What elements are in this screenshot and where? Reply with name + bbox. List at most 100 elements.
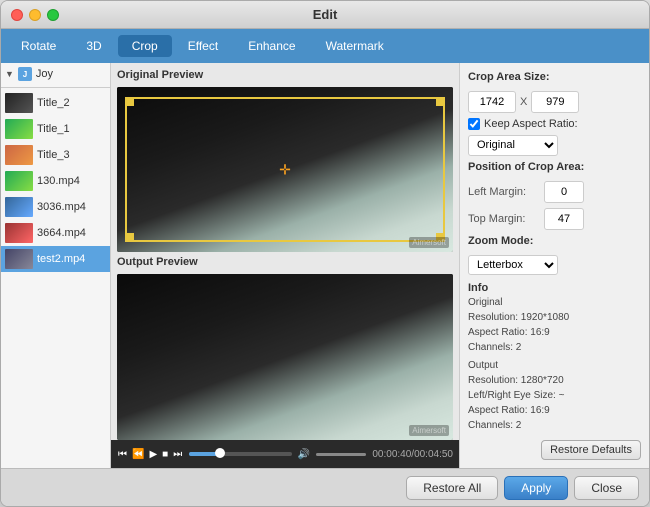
toolbar-effect-btn[interactable]: Effect [174,35,232,57]
window-title: Edit [313,7,338,22]
watermark-text: Aimersoft [409,237,449,248]
toolbar-watermark-btn[interactable]: Watermark [312,35,398,57]
window-controls [11,9,59,21]
center-area: Original Preview ✛ Aimersoft Output Pre [111,63,459,468]
output-watermark-text: Aimersoft [409,425,449,436]
crop-height-input[interactable] [531,91,579,113]
sidebar-group-joy[interactable]: ▼ J Joy [1,63,110,85]
position-label: Position of Crop Area: [468,161,641,173]
top-margin-input[interactable] [544,208,584,230]
original-channels: Channels: 2 [468,340,641,355]
sidebar-thumb-title3 [5,145,33,165]
sidebar-divider [1,87,110,88]
keep-aspect-label: Keep Aspect Ratio: [484,118,578,130]
crosshair-icon: ✛ [279,161,291,178]
sidebar-label-130mp4: 130.mp4 [37,175,80,187]
sidebar-label-3664mp4: 3664.mp4 [37,227,86,239]
sidebar: ▼ J Joy Title_2 Title_1 Title_3 130.mp4 [1,63,111,468]
left-margin-input[interactable] [544,181,584,203]
sidebar-thumb-3036mp4 [5,197,33,217]
sidebar-label-title3: Title_3 [37,149,70,161]
group-arrow-icon: ▼ [5,69,14,79]
step-back-button[interactable]: ⏪ [131,448,145,461]
output-aspect: Aspect Ratio: 16:9 [468,403,641,418]
output-image [117,274,453,440]
output-preview-label: Output Preview [117,256,453,268]
sidebar-label-title1: Title_1 [37,123,70,135]
output-resolution: Resolution: 1280*720 [468,373,641,388]
main-window: Edit Rotate 3D Crop Effect Enhance Water… [0,0,650,507]
sidebar-group-label: Joy [36,68,53,80]
skip-forward-button[interactable]: ⏭ [172,448,183,461]
progress-thumb[interactable] [215,448,225,458]
crop-area-size-label: Crop Area Size: [468,71,641,83]
sidebar-thumb-test2mp4 [5,249,33,269]
original-info-title: Original [468,295,641,310]
titlebar: Edit [1,1,649,29]
sidebar-thumb-title1 [5,119,33,139]
apply-button[interactable]: Apply [504,476,568,500]
sidebar-label-3036mp4: 3036.mp4 [37,201,86,213]
toolbar-3d-btn[interactable]: 3D [72,35,115,57]
sidebar-item-title2[interactable]: Title_2 [1,90,110,116]
left-margin-label: Left Margin: [468,186,540,198]
left-margin-row: Left Margin: [468,181,641,203]
sidebar-thumb-title2 [5,93,33,113]
sidebar-item-3664mp4[interactable]: 3664.mp4 [1,220,110,246]
main-content: ▼ J Joy Title_2 Title_1 Title_3 130.mp4 [1,63,649,468]
original-resolution: Resolution: 1920*1080 [468,310,641,325]
sidebar-item-title1[interactable]: Title_1 [1,116,110,142]
original-preview-label: Original Preview [117,69,453,81]
volume-icon: 🔊 [298,449,310,460]
toolbar: Rotate 3D Crop Effect Enhance Watermark [1,29,649,63]
volume-bar[interactable] [316,453,366,456]
bottom-bar: Restore All Apply Close [1,468,649,506]
playback-bar: ⏮ ⏪ ▶ ■ ⏭ 🔊 00:00:40/00:04:50 [111,440,459,468]
sidebar-label-test2mp4: test2.mp4 [37,253,85,265]
minimize-button[interactable] [29,9,41,21]
play-button[interactable]: ▶ [148,448,158,461]
joy-icon: J [18,67,32,81]
stop-button[interactable]: ■ [161,448,169,461]
output-preview-label-wrap: Output Preview [117,256,453,270]
original-aspect: Aspect Ratio: 16:9 [468,325,641,340]
restore-all-button[interactable]: Restore All [406,476,498,500]
original-preview: ✛ Aimersoft [117,87,453,252]
sidebar-thumb-130mp4 [5,171,33,191]
maximize-button[interactable] [47,9,59,21]
zoom-mode-select[interactable]: Letterbox Pan & Scan Full [468,255,558,276]
sidebar-thumb-3664mp4 [5,223,33,243]
info-title: Info [468,282,641,294]
output-eye-size: Left/Right Eye Size: ~ [468,388,641,403]
sidebar-item-3036mp4[interactable]: 3036.mp4 [1,194,110,220]
x-separator: X [520,96,527,108]
close-button[interactable] [11,9,23,21]
close-main-button[interactable]: Close [574,476,639,500]
sidebar-item-title3[interactable]: Title_3 [1,142,110,168]
restore-defaults-button[interactable]: Restore Defaults [541,440,641,460]
output-channels: Channels: 2 [468,418,641,433]
sidebar-item-130mp4[interactable]: 130.mp4 [1,168,110,194]
top-margin-row: Top Margin: [468,208,641,230]
right-panel: Crop Area Size: X Keep Aspect Ratio: Ori… [459,63,649,468]
info-section: Info Original Resolution: 1920*1080 Aspe… [468,282,641,433]
original-preview-label-wrap: Original Preview [117,69,453,83]
sidebar-item-test2mp4[interactable]: test2.mp4 [1,246,110,272]
keep-aspect-row: Keep Aspect Ratio: [468,118,641,130]
preview-section: Original Preview ✛ Aimersoft Output Pre [111,63,459,440]
time-display: 00:00:40/00:04:50 [372,449,453,460]
top-margin-label: Top Margin: [468,213,540,225]
output-info-title: Output [468,358,641,373]
play-controls: ⏮ ⏪ ▶ ■ ⏭ [117,448,183,461]
progress-bar[interactable] [189,452,292,456]
sidebar-label-title2: Title_2 [37,97,70,109]
toolbar-crop-btn[interactable]: Crop [118,35,172,57]
skip-back-button[interactable]: ⏮ [117,448,128,461]
output-preview: Aimersoft [117,274,453,440]
crop-width-input[interactable] [468,91,516,113]
keep-aspect-checkbox[interactable] [468,118,480,130]
toolbar-rotate-btn[interactable]: Rotate [7,35,70,57]
zoom-mode-label: Zoom Mode: [468,235,641,247]
aspect-ratio-select[interactable]: Original 16:9 4:3 1:1 [468,135,558,156]
toolbar-enhance-btn[interactable]: Enhance [234,35,309,57]
